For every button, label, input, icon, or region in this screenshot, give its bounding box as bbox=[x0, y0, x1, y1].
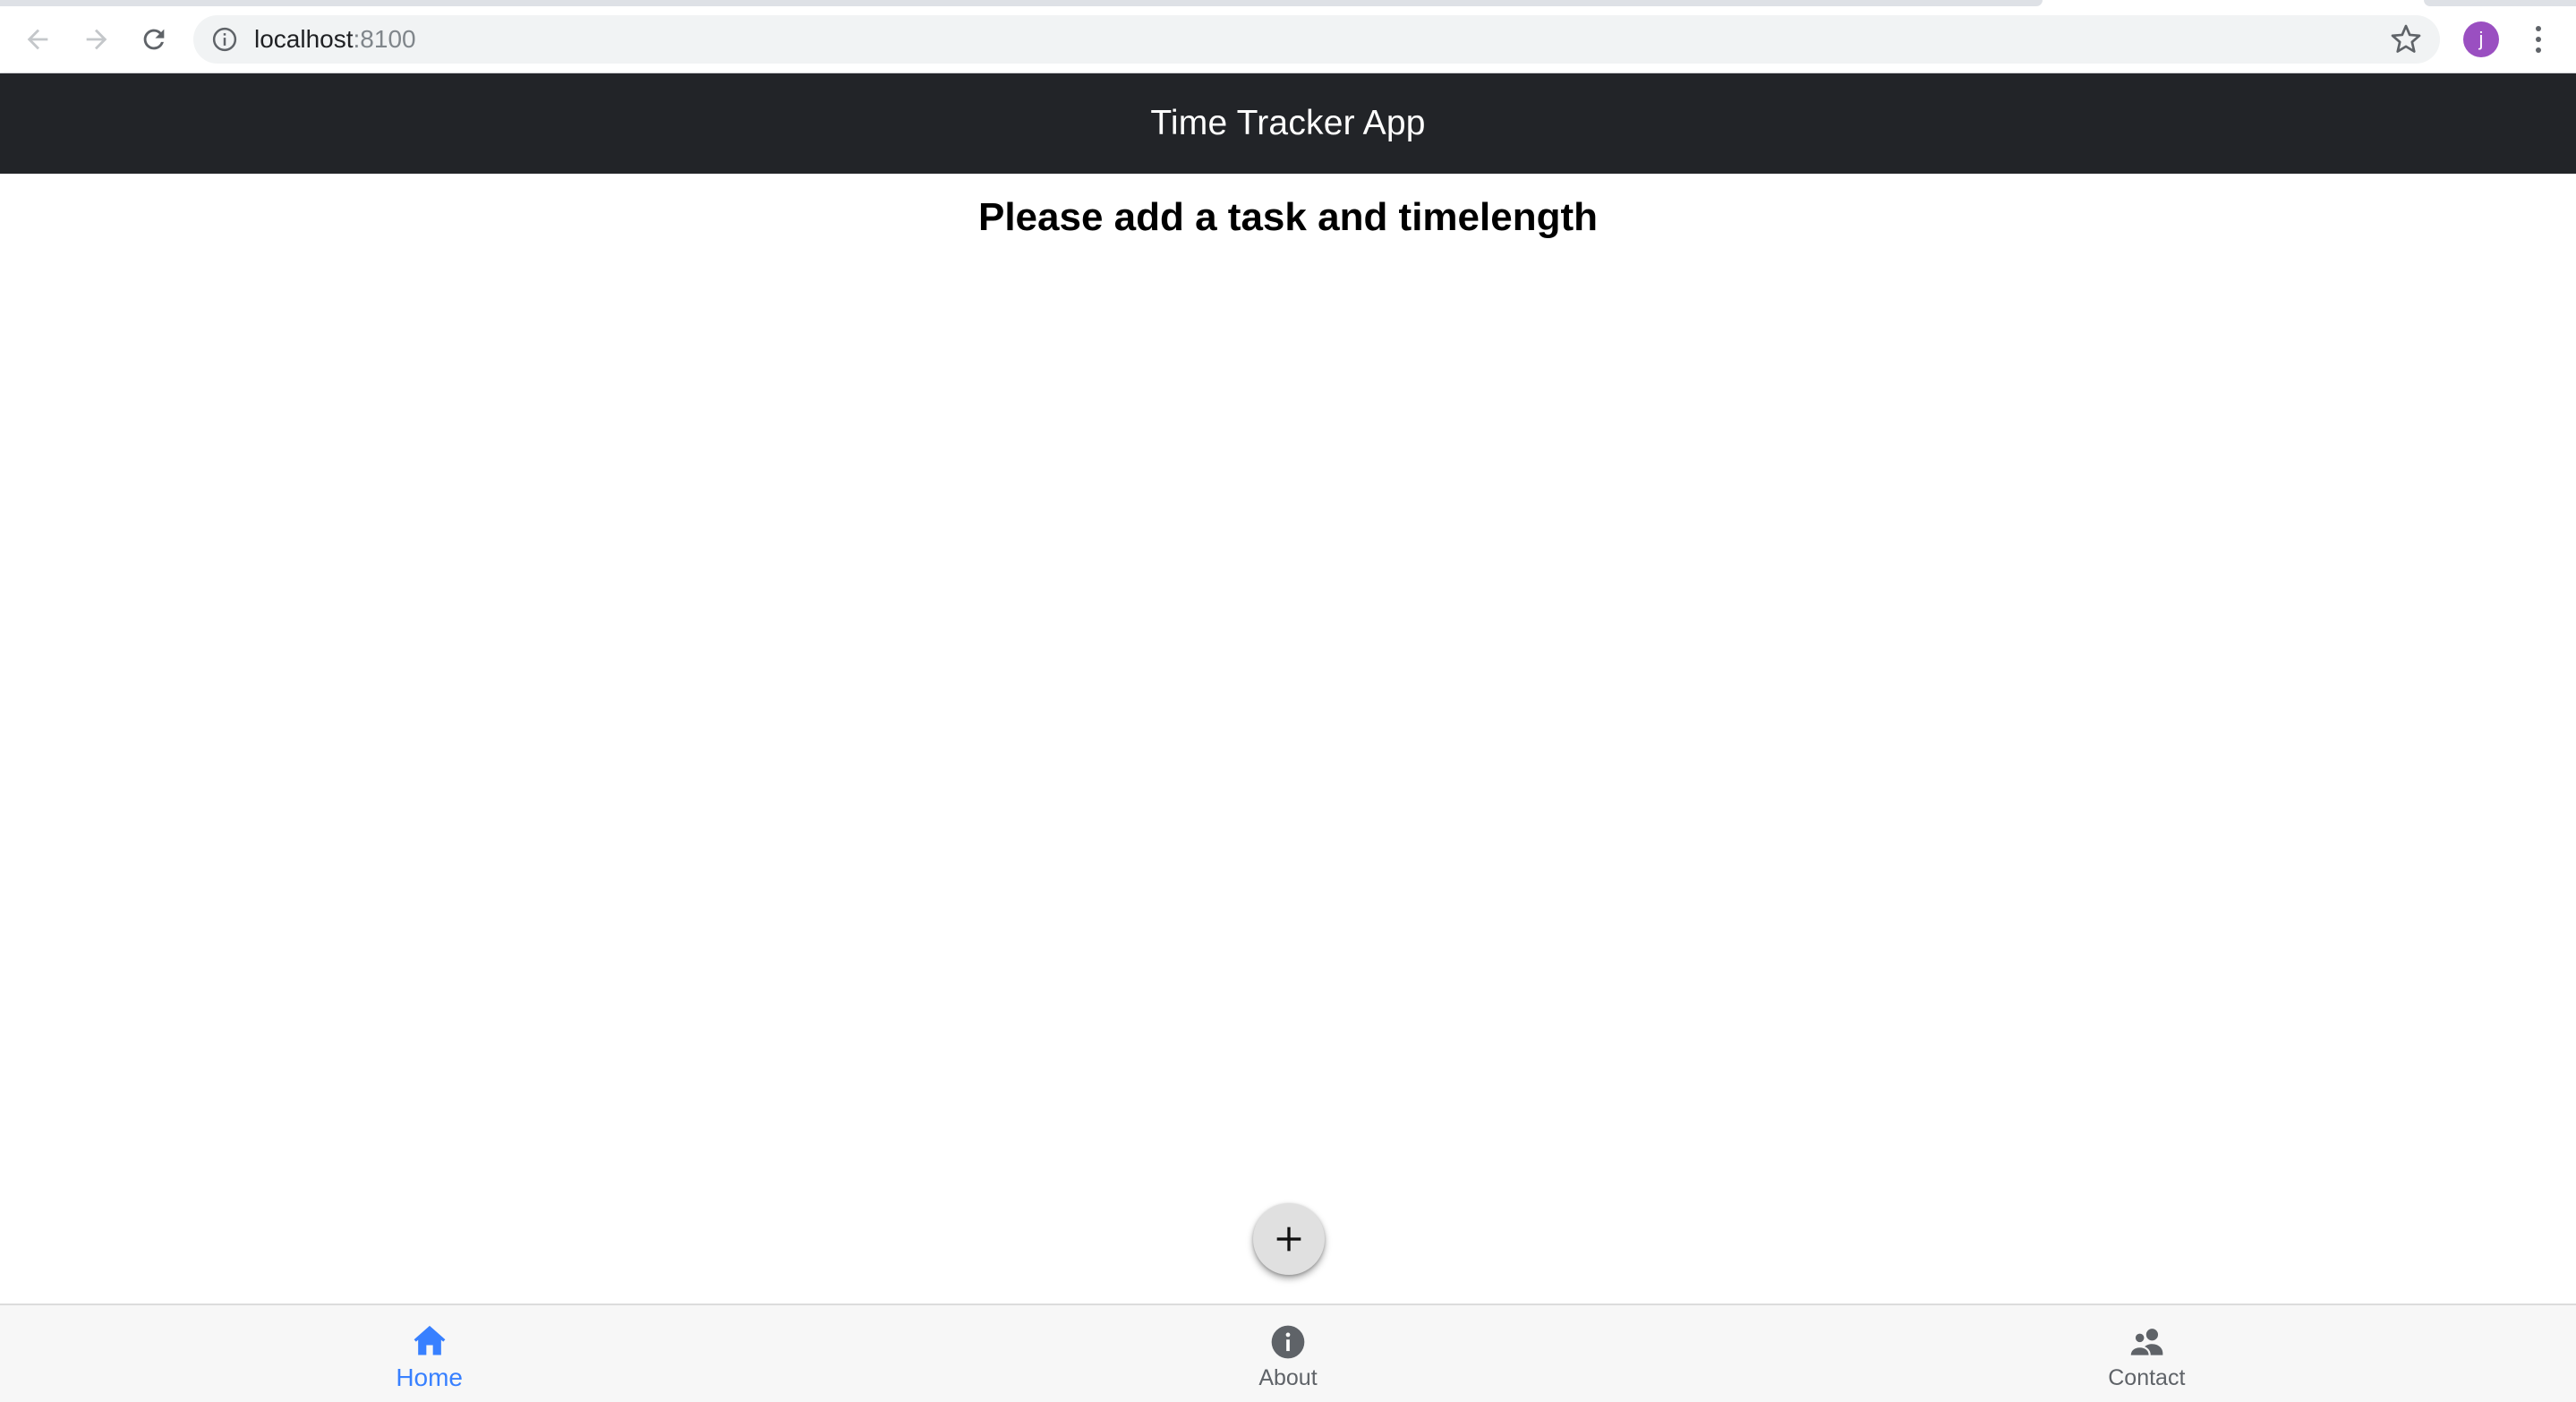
main-content: Please add a task and timelength bbox=[0, 174, 2576, 1305]
menu-dot-icon bbox=[2536, 26, 2541, 31]
tab-home[interactable]: Home bbox=[0, 1305, 858, 1402]
people-icon bbox=[2128, 1328, 2163, 1357]
app-title: Time Tracker App bbox=[1150, 104, 1426, 142]
url-host: localhost bbox=[254, 25, 354, 53]
browser-toolbar: localhost:8100 j bbox=[0, 0, 2576, 73]
arrow-forward-icon bbox=[86, 29, 107, 50]
empty-state-message: Please add a task and timelength bbox=[977, 195, 1598, 239]
menu-dot-icon bbox=[2536, 47, 2541, 53]
bookmark-star-icon[interactable] bbox=[2390, 23, 2422, 56]
forward-button[interactable] bbox=[75, 18, 118, 61]
tab-bar: Home About Contact bbox=[0, 1304, 2576, 1402]
menu-dot-icon bbox=[2536, 37, 2541, 42]
tab-strip bbox=[0, 0, 2043, 6]
app-header: Time Tracker App bbox=[0, 73, 2576, 174]
address-bar[interactable]: localhost:8100 bbox=[193, 15, 2440, 64]
tab-about[interactable]: About bbox=[858, 1305, 1717, 1402]
tab-label-contact: Contact bbox=[2108, 1364, 2186, 1390]
site-info-icon[interactable] bbox=[211, 26, 238, 53]
reload-icon bbox=[143, 29, 165, 50]
add-icon bbox=[1276, 1227, 1301, 1252]
tab-strip-right bbox=[2424, 0, 2576, 6]
arrow-back-icon bbox=[27, 29, 48, 50]
tab-label-home: Home bbox=[396, 1364, 464, 1391]
back-button[interactable] bbox=[16, 18, 59, 61]
tab-contact[interactable]: Contact bbox=[1718, 1305, 2576, 1402]
profile-avatar[interactable]: j bbox=[2463, 21, 2499, 57]
information-circle-icon bbox=[1271, 1325, 1305, 1358]
url-text[interactable]: localhost:8100 bbox=[254, 15, 416, 64]
browser-menu-button[interactable] bbox=[2522, 21, 2555, 57]
home-icon bbox=[414, 1325, 446, 1355]
url-port: :8100 bbox=[353, 25, 416, 53]
reload-button[interactable] bbox=[132, 18, 175, 61]
tab-label-about: About bbox=[1258, 1364, 1318, 1390]
add-task-button[interactable] bbox=[1253, 1203, 1325, 1275]
